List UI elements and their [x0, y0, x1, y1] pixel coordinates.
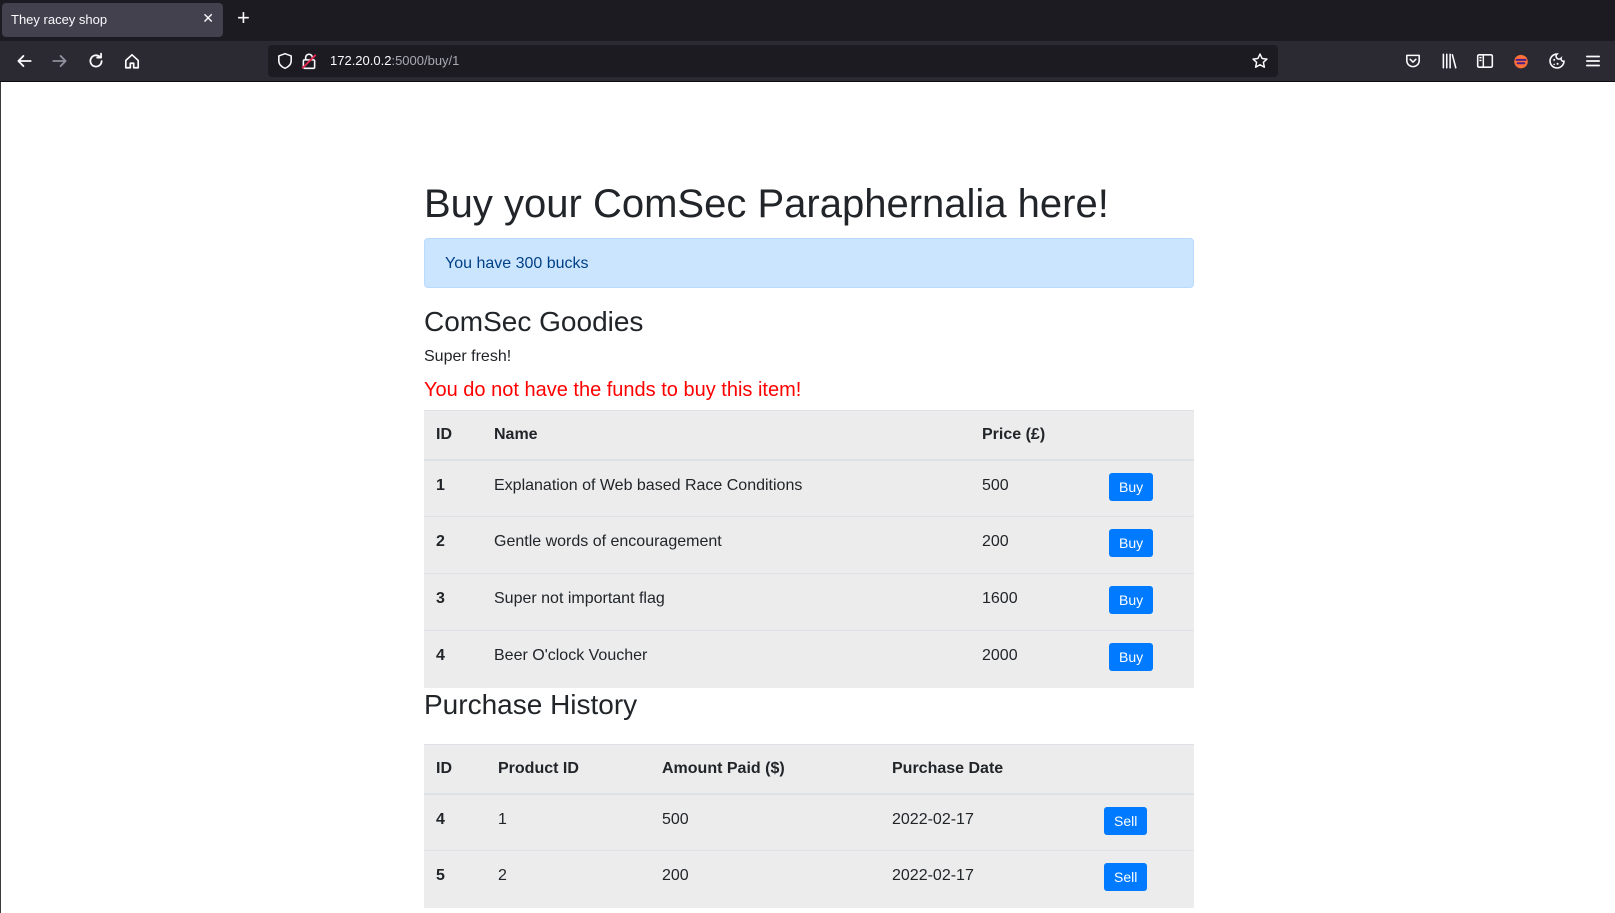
purchase-date: 2022-02-17 — [880, 793, 1092, 851]
table-row: 4 1 500 2022-02-17 Sell — [424, 793, 1194, 851]
column-header-date: Purchase Date — [880, 744, 1092, 795]
product-id: 2 — [424, 516, 482, 574]
shield-icon[interactable] — [274, 50, 296, 72]
product-price: 200 — [970, 516, 1097, 574]
library-icon[interactable] — [1438, 50, 1460, 72]
sell-button[interactable]: Sell — [1104, 806, 1148, 835]
page-title: Buy your ComSec Paraphernalia here! — [424, 182, 1109, 226]
column-header-id: ID — [424, 744, 486, 795]
history-header-row: ID Product ID Amount Paid ($) Purchase D… — [424, 744, 1194, 795]
back-arrow-icon[interactable] — [13, 50, 35, 72]
purchase-amount: 500 — [650, 793, 880, 851]
sell-button[interactable]: Sell — [1104, 863, 1148, 891]
column-header-product-id: Product ID — [486, 744, 650, 795]
new-tab-button[interactable]: + — [237, 7, 250, 29]
reload-icon[interactable] — [85, 50, 107, 72]
product-name: Super not important flag — [482, 573, 970, 631]
purchase-history-table: ID Product ID Amount Paid ($) Purchase D… — [424, 744, 1194, 908]
cookie-icon[interactable] — [1546, 50, 1568, 72]
table-row: 2 Gentle words of encouragement 200 Buy — [424, 516, 1194, 574]
column-header-amount: Amount Paid ($) — [650, 744, 880, 795]
menu-icon[interactable] — [1582, 50, 1604, 72]
products-table: ID Name Price (£) 1 Explanation of Web b… — [424, 410, 1194, 688]
product-name: Beer O'clock Voucher — [482, 630, 970, 688]
column-header-action — [1097, 410, 1194, 461]
product-price: 2000 — [970, 630, 1097, 688]
home-icon[interactable] — [121, 50, 143, 72]
product-id: 1 — [424, 459, 482, 517]
balance-alert: You have 300 bucks — [424, 238, 1194, 288]
product-price: 500 — [970, 459, 1097, 517]
product-name: Explanation of Web based Race Conditions — [482, 459, 970, 517]
forward-arrow-icon[interactable] — [49, 50, 71, 72]
pocket-icon[interactable] — [1402, 50, 1424, 72]
tab-strip: They racey shop ✕ + — [0, 0, 1615, 41]
sidebar-icon[interactable] — [1474, 50, 1496, 72]
url-host: 172.20.0.2 — [330, 53, 392, 68]
table-row: 3 Super not important flag 1600 Buy — [424, 573, 1194, 631]
column-header-name: Name — [482, 410, 970, 461]
products-header-row: ID Name Price (£) — [424, 410, 1194, 461]
star-icon[interactable] — [1249, 50, 1271, 72]
close-tab-icon[interactable]: ✕ — [202, 10, 214, 27]
product-id: 3 — [424, 573, 482, 631]
column-header-id: ID — [424, 410, 482, 461]
extension-icon[interactable] — [1510, 50, 1532, 72]
column-header-price: Price (£) — [970, 410, 1097, 461]
column-header-action — [1092, 744, 1194, 795]
page-edge — [0, 82, 1, 913]
purchase-id: 5 — [424, 850, 486, 908]
lock-icon[interactable] — [298, 50, 320, 72]
purchase-id: 4 — [424, 793, 486, 851]
url-path: :5000/buy/1 — [391, 53, 460, 68]
navigation-toolbar: 172.20.0.2:5000/buy/1 — [0, 41, 1615, 82]
purchase-product-id: 2 — [486, 850, 650, 908]
product-id: 4 — [424, 630, 482, 688]
url-text[interactable]: 172.20.0.2:5000/buy/1 — [330, 53, 459, 68]
table-row: 5 2 200 2022-02-17 Sell — [424, 850, 1194, 908]
buy-button[interactable]: Buy — [1109, 529, 1154, 557]
buy-button[interactable]: Buy — [1109, 586, 1154, 614]
error-message: You do not have the funds to buy this it… — [424, 379, 802, 401]
buy-button[interactable]: Buy — [1109, 472, 1154, 501]
product-price: 1600 — [970, 573, 1097, 631]
table-row: 4 Beer O'clock Voucher 2000 Buy — [424, 630, 1194, 688]
goodies-heading: ComSec Goodies — [424, 306, 644, 337]
goodies-subtitle: Super fresh! — [424, 348, 512, 365]
address-bar[interactable]: 172.20.0.2:5000/buy/1 — [268, 45, 1278, 77]
product-name: Gentle words of encouragement — [482, 516, 970, 574]
purchase-amount: 200 — [650, 850, 880, 908]
active-tab[interactable]: They racey shop ✕ — [2, 3, 223, 37]
tab-title: They racey shop — [11, 12, 108, 27]
history-heading: Purchase History — [424, 689, 638, 720]
buy-button[interactable]: Buy — [1109, 643, 1154, 671]
purchase-date: 2022-02-17 — [880, 850, 1092, 908]
table-row: 1 Explanation of Web based Race Conditio… — [424, 459, 1194, 517]
purchase-product-id: 1 — [486, 793, 650, 851]
